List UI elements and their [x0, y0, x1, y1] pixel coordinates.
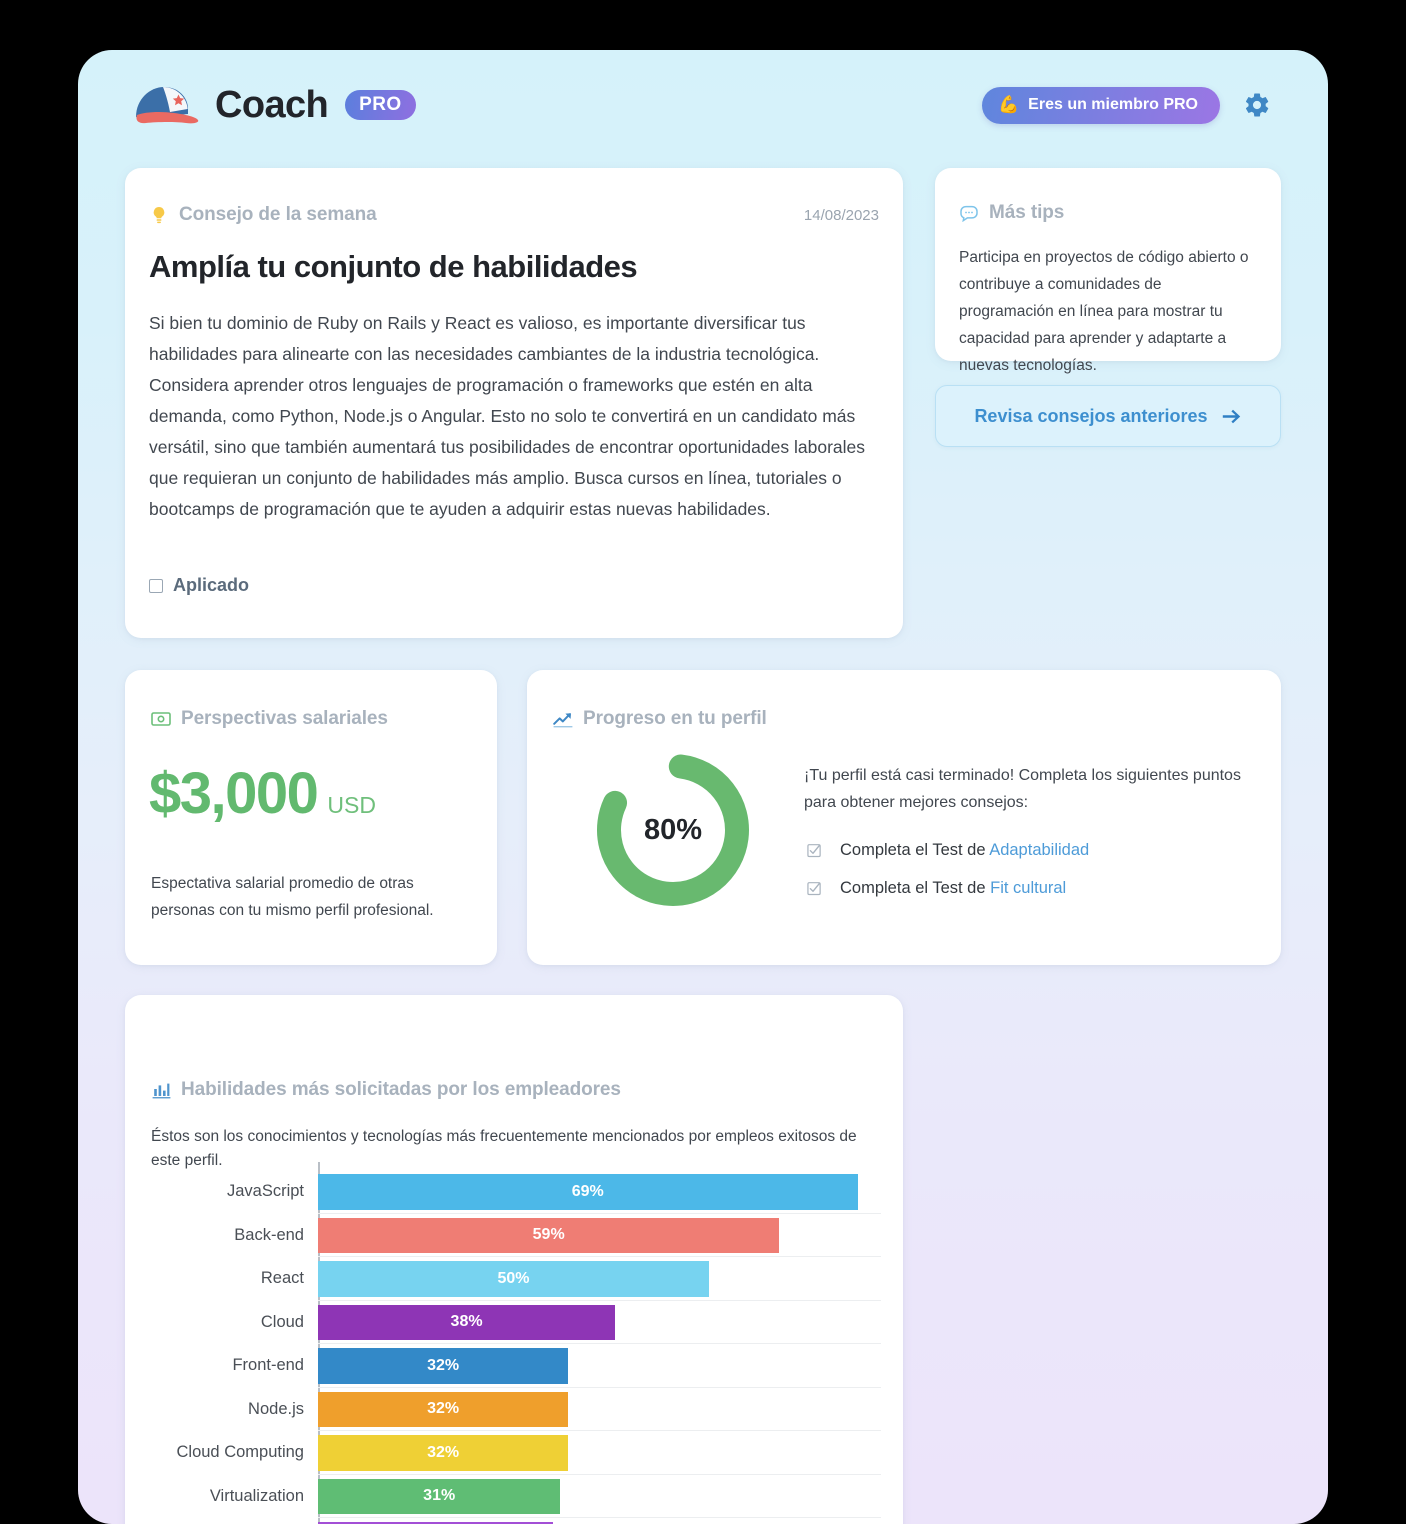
fit-cultural-link[interactable]: Fit cultural	[990, 879, 1066, 897]
bar-track: 30%	[318, 1518, 881, 1524]
flexed-biceps-icon: 💪	[998, 95, 1020, 114]
salary-card-header: Perspectivas salariales	[151, 708, 388, 730]
bar: 38%	[318, 1304, 616, 1340]
tip-title: Amplía tu conjunto de habilidades	[149, 249, 638, 284]
salary-card-title: Perspectivas salariales	[181, 708, 388, 729]
skills-card-header: Habilidades más solicitadas por los empl…	[151, 1079, 621, 1101]
bar-track: 32%	[318, 1431, 881, 1475]
brand-name: Coach	[215, 83, 329, 126]
more-tips-card: Más tips Participa en proyectos de códig…	[935, 168, 1281, 374]
trending-up-icon	[553, 709, 573, 729]
brand[interactable]: Coach PRO	[130, 81, 416, 129]
arrow-right-icon	[1222, 406, 1242, 426]
bar-row: JavaScript 69%	[151, 1170, 881, 1214]
bar: 32%	[318, 1435, 569, 1471]
app-header: Coach PRO 💪 Eres un miembro PRO	[78, 50, 1328, 160]
settings-button[interactable]	[1242, 90, 1272, 120]
list-item[interactable]: Completa el Test de Adaptabilidad	[804, 840, 1254, 860]
progress-card-header: Progreso en tu perfil	[553, 708, 767, 730]
salary-note: Espectativa salarial promedio de otras p…	[151, 875, 434, 919]
bar-category-label: React	[260, 1269, 304, 1288]
applied-label: Aplicado	[173, 575, 250, 595]
bar: 32%	[318, 1348, 569, 1384]
bar-row: Cloud Computing 32%	[151, 1431, 881, 1475]
top-skills-card: Habilidades más solicitadas por los empl…	[125, 995, 903, 1524]
skills-card-title: Habilidades más solicitadas por los empl…	[181, 1079, 621, 1100]
tip-body: Si bien tu dominio de Ruby on Rails y Re…	[149, 313, 865, 519]
applied-checkbox[interactable]	[149, 578, 163, 593]
bar: 69%	[318, 1174, 858, 1210]
member-pro-badge-label: Eres un miembro PRO	[1028, 95, 1198, 113]
banknote-icon	[151, 709, 171, 729]
screenshot-stage: Coach PRO 💪 Eres un miembro PRO Consejo …	[0, 0, 1406, 1524]
previous-tips-label: Revisa consejos anteriores	[974, 405, 1208, 426]
bar-category-label: Cloud Computing	[176, 1443, 305, 1462]
bar-row: Front-end 32%	[151, 1344, 881, 1388]
bar-category-label: Cloud	[260, 1312, 304, 1331]
more-tips-title: Más tips	[989, 202, 1065, 223]
profile-progress-donut: 80%	[589, 746, 757, 914]
member-pro-badge[interactable]: 💪 Eres un miembro PRO	[982, 86, 1220, 124]
gear-icon	[1242, 90, 1272, 120]
bar-track: 59%	[318, 1214, 881, 1257]
list-item[interactable]: Completa el Test de Fit cultural	[804, 878, 1254, 898]
progress-checklist: Completa el Test de Adaptabilidad Comple…	[804, 840, 1254, 898]
salary-currency: USD	[327, 792, 376, 818]
salary-insights-card: Perspectivas salariales $3,000 USD Espec…	[125, 670, 497, 965]
checklist-prefix: Completa el Test de	[840, 878, 991, 897]
tip-card-header: Consejo de la semana 14/08/2023	[149, 204, 879, 226]
salary-amount: $3,000	[149, 761, 319, 826]
checkbox-check-icon	[804, 840, 824, 860]
bar-chart-icon	[151, 1080, 171, 1100]
salary-amount-row: $3,000 USD	[149, 760, 376, 827]
previous-tips-button[interactable]: Revisa consejos anteriores	[935, 385, 1281, 447]
app-window: Coach PRO 💪 Eres un miembro PRO Consejo …	[78, 50, 1328, 1524]
bar: 31%	[318, 1478, 561, 1514]
progress-details: ¡Tu perfil está casi terminado! Completa…	[804, 762, 1254, 916]
bar-track: 38%	[318, 1301, 881, 1344]
bar-row: Cloud 38%	[151, 1301, 881, 1344]
bar-track: 50%	[318, 1257, 881, 1301]
tip-date: 14/08/2023	[803, 206, 879, 224]
bar-row: English30%	[151, 1518, 881, 1524]
lightbulb-icon	[149, 205, 169, 225]
bar: 59%	[318, 1217, 780, 1253]
bar-row: Virtualization 31%	[151, 1475, 881, 1518]
bar-category-label: Node.js	[248, 1399, 304, 1418]
chat-bubble-icon	[959, 203, 979, 223]
bar-row: Node.js 32%	[151, 1388, 881, 1431]
bar-category-label: Virtualization	[209, 1486, 304, 1505]
bar-track: 69%	[318, 1170, 881, 1214]
applied-checkbox-row[interactable]: Aplicado	[149, 575, 249, 596]
bar-category-label: Back-end	[234, 1225, 304, 1244]
bar-row: Back-end 59%	[151, 1214, 881, 1257]
header-actions: 💪 Eres un miembro PRO	[982, 86, 1272, 124]
progress-percent-label: 80%	[643, 813, 703, 846]
skills-bar-chart: JavaScript 69% Back-end 59% React 50% Cloud 38%…	[151, 1162, 881, 1524]
progress-lead-text: ¡Tu perfil está casi terminado! Completa…	[804, 767, 1241, 811]
pro-chip: PRO	[345, 90, 416, 120]
adaptabilidad-link[interactable]: Adaptabilidad	[989, 841, 1089, 859]
more-tips-body: Participa en proyectos de código abierto…	[959, 249, 1249, 374]
bar-row: React 50%	[151, 1257, 881, 1301]
bar-track: 32%	[318, 1388, 881, 1431]
tip-card-title: Consejo de la semana	[179, 204, 377, 225]
skills-subtitle: Éstos son los conocimientos y tecnología…	[151, 1128, 857, 1169]
more-tips-header: Más tips	[959, 202, 1064, 224]
bar: 50%	[318, 1261, 709, 1297]
cap-logo-icon	[130, 81, 202, 129]
bar-category-label: JavaScript	[226, 1182, 304, 1201]
checkbox-check-icon	[804, 878, 824, 898]
bar-track: 32%	[318, 1344, 881, 1388]
checklist-prefix: Completa el Test de	[840, 840, 990, 859]
bar-category-label: Front-end	[232, 1356, 304, 1375]
profile-progress-card: Progreso en tu perfil 80% ¡Tu perfil est…	[527, 670, 1281, 965]
tip-of-the-week-card: Consejo de la semana 14/08/2023 Amplía t…	[125, 168, 903, 638]
chart-rows: JavaScript 69% Back-end 59% React 50% Cloud 38%…	[151, 1170, 881, 1524]
bar: 32%	[318, 1391, 569, 1427]
checklist-text: Completa el Test de Adaptabilidad	[840, 841, 1089, 860]
bar-track: 31%	[318, 1475, 881, 1518]
progress-card-title: Progreso en tu perfil	[583, 708, 767, 729]
checklist-text: Completa el Test de Fit cultural	[840, 879, 1066, 898]
